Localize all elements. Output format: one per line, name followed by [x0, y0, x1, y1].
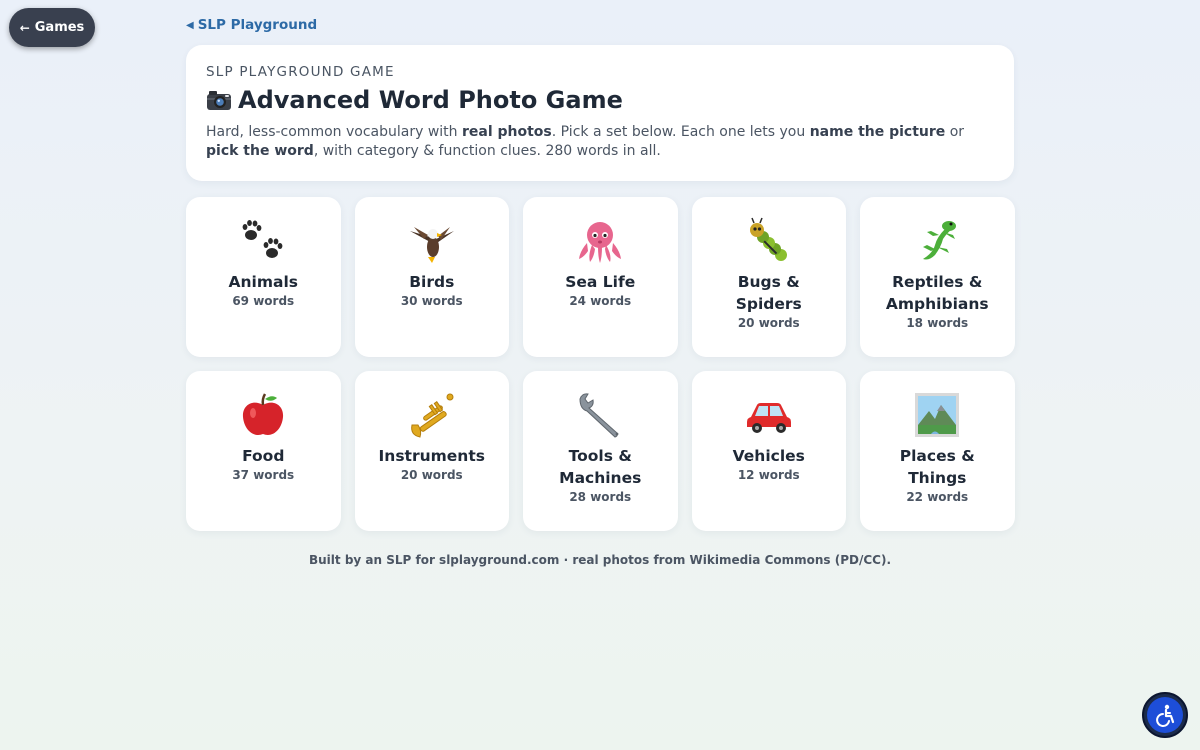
category-card-bugs-spiders[interactable]: Bugs & Spiders 20 words [691, 197, 846, 357]
category-count: 24 words [569, 294, 632, 308]
games-button-label: Games [34, 20, 85, 35]
trumpet-icon [408, 391, 456, 439]
camera-icon [207, 91, 231, 110]
page-title: Advanced Word Photo Game [238, 86, 623, 114]
octopus-icon [576, 217, 624, 265]
category-name: Bugs & Spiders [735, 273, 802, 313]
category-card-places-things[interactable]: Places & Things 22 words [860, 371, 1015, 531]
landscape-icon [913, 391, 961, 439]
category-name: Places & Things [899, 447, 975, 487]
category-card-animals[interactable]: Animals 69 words [186, 197, 341, 357]
paw-prints-icon [239, 217, 287, 265]
eyebrow-text: SLP PLAYGROUND GAME [206, 64, 395, 80]
category-count: 22 words [906, 490, 969, 504]
category-card-birds[interactable]: Birds 30 words [354, 197, 509, 357]
header-card: SLP PLAYGROUND GAME Advanced Word Photo … [186, 45, 1014, 181]
footer-credit: Built by an SLP for slplayground.com · r… [308, 553, 892, 567]
accessibility-button[interactable] [1142, 692, 1188, 738]
triangle-left-icon: ◀ [186, 19, 194, 31]
arrow-left-icon: ← [19, 20, 30, 35]
category-card-food[interactable]: Food 37 words [186, 371, 341, 531]
category-card-instruments[interactable]: Instruments 20 words [354, 371, 509, 531]
caterpillar-icon [745, 217, 793, 265]
car-icon [745, 391, 793, 439]
wrench-icon [576, 391, 624, 439]
games-back-button[interactable]: ← Games [9, 8, 95, 47]
lizard-icon [913, 217, 961, 265]
category-name: Food [242, 447, 285, 465]
category-count: 18 words [906, 316, 969, 330]
category-count: 20 words [737, 316, 800, 330]
category-name: Birds [409, 273, 455, 291]
category-card-sea-life[interactable]: Sea Life 24 words [523, 197, 678, 357]
category-grid: Animals 69 words Birds 30 words Sea Life… [186, 197, 1015, 531]
category-name: Animals [228, 273, 299, 291]
category-count: 30 words [400, 294, 463, 308]
back-link-label: SLP Playground [197, 17, 318, 33]
page-description: Hard, less-common vocabulary with real p… [206, 124, 965, 159]
title-row: Advanced Word Photo Game [206, 86, 994, 114]
category-name: Sea Life [565, 273, 636, 291]
category-card-reptiles-amphibians[interactable]: Reptiles & Amphibians 18 words [860, 197, 1015, 357]
category-count: 28 words [569, 490, 632, 504]
category-name: Instruments [378, 447, 485, 465]
category-card-tools-machines[interactable]: Tools & Machines 28 words [523, 371, 678, 531]
category-name: Reptiles & Amphibians [885, 273, 989, 313]
category-count: 20 words [400, 468, 463, 482]
eagle-icon [408, 217, 456, 265]
category-count: 69 words [232, 294, 295, 308]
breadcrumb-back-link[interactable]: ◀ SLP Playground [186, 17, 317, 33]
apple-icon [239, 391, 287, 439]
category-name: Tools & Machines [559, 447, 642, 487]
category-card-vehicles[interactable]: Vehicles 12 words [691, 371, 846, 531]
category-count: 37 words [232, 468, 295, 482]
category-name: Vehicles [732, 447, 805, 465]
accessibility-icon [1147, 697, 1183, 733]
category-count: 12 words [737, 468, 800, 482]
